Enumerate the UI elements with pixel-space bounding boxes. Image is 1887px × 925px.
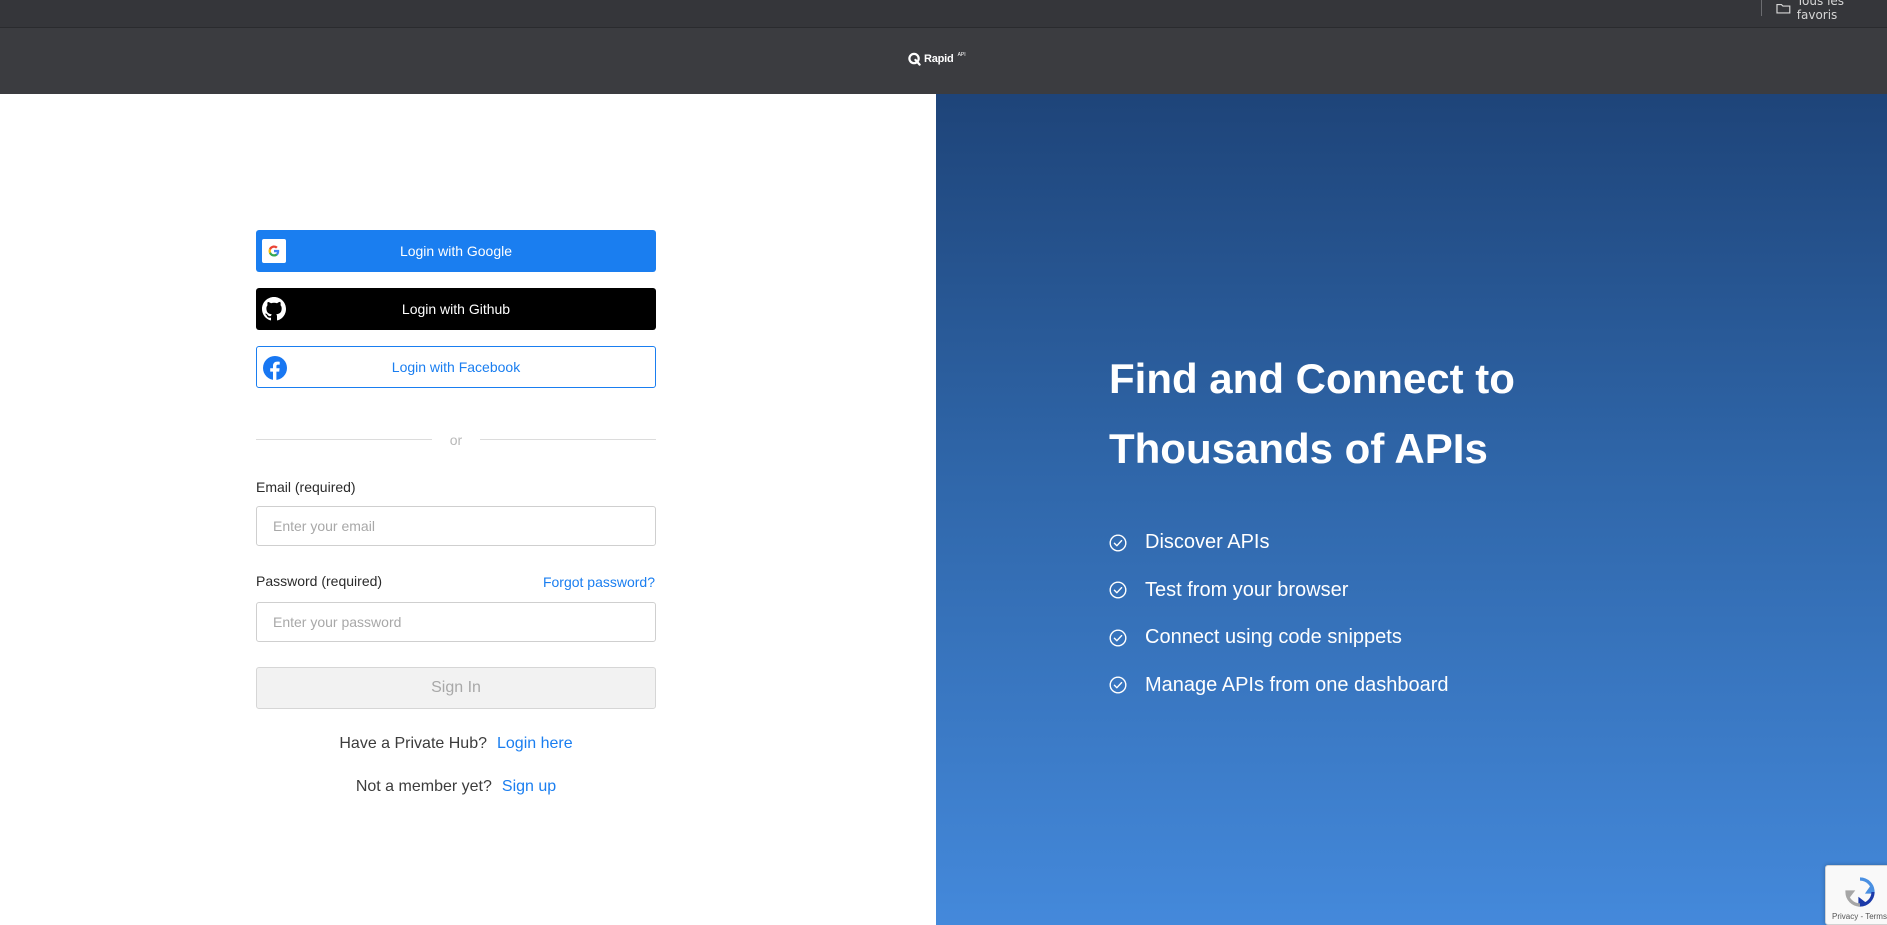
- facebook-icon: [263, 356, 287, 380]
- email-label: Email (required): [256, 479, 356, 495]
- google-icon: [262, 239, 286, 263]
- feature-label: Manage APIs from one dashboard: [1145, 673, 1449, 696]
- browser-bookmarks-bar: Tous les favoris: [0, 0, 1887, 28]
- bookmarks-separator: [1761, 0, 1762, 16]
- bookmark-folder-all[interactable]: Tous les favoris: [1776, 0, 1887, 22]
- feature-list: Discover APIs Test from your browser Con…: [1109, 519, 1449, 709]
- divider-line-right: [480, 439, 656, 440]
- check-circle-icon: [1109, 581, 1127, 599]
- recaptcha-badge[interactable]: Privacy - Terms: [1825, 865, 1887, 925]
- feature-item: Discover APIs: [1109, 519, 1449, 567]
- signup-row: Not a member yet? Sign up: [256, 778, 656, 796]
- promo-title-line-2: Thousands of APIs: [1109, 425, 1488, 472]
- github-icon: [262, 297, 286, 321]
- site-header: Rapid API: [0, 28, 1887, 94]
- recaptcha-links[interactable]: Privacy - Terms: [1832, 912, 1887, 921]
- promo-title-line-1: Find and Connect to: [1109, 355, 1515, 402]
- password-label: Password (required): [256, 573, 383, 589]
- private-hub-text: Have a Private Hub?: [339, 735, 487, 752]
- recaptcha-icon: [1845, 877, 1875, 907]
- login-panel: Login with Google Login with Github Logi…: [0, 94, 936, 925]
- private-hub-login-link[interactable]: Login here: [497, 735, 573, 753]
- folder-icon: [1776, 3, 1791, 14]
- login-facebook-button[interactable]: Login with Facebook: [256, 346, 656, 388]
- rapidapi-logo[interactable]: Rapid API: [908, 52, 966, 66]
- password-field[interactable]: [256, 602, 656, 642]
- feature-label: Connect using code snippets: [1145, 626, 1402, 649]
- login-google-label: Login with Google: [399, 243, 513, 259]
- login-google-button[interactable]: Login with Google: [256, 230, 656, 272]
- rapidapi-logo-icon: [908, 52, 921, 66]
- divider-text: or: [449, 432, 463, 448]
- sign-in-button[interactable]: Sign In: [256, 667, 656, 709]
- check-circle-icon: [1109, 534, 1127, 552]
- feature-item: Manage APIs from one dashboard: [1109, 662, 1449, 710]
- check-circle-icon: [1109, 676, 1127, 694]
- logo-text: Rapid: [924, 53, 954, 65]
- check-circle-icon: [1109, 629, 1127, 647]
- feature-label: Discover APIs: [1145, 531, 1270, 554]
- email-field[interactable]: [256, 506, 656, 546]
- private-hub-row: Have a Private Hub? Login here: [256, 735, 656, 753]
- feature-item: Connect using code snippets: [1109, 614, 1449, 662]
- or-divider: or: [256, 432, 656, 448]
- logo-superscript: API: [957, 52, 966, 58]
- login-github-button[interactable]: Login with Github: [256, 288, 656, 330]
- feature-item: Test from your browser: [1109, 567, 1449, 615]
- login-github-label: Login with Github: [401, 301, 511, 317]
- bookmark-folder-label: Tous les favoris: [1796, 0, 1845, 22]
- not-member-text: Not a member yet?: [355, 778, 492, 795]
- forgot-password-link[interactable]: Forgot password?: [543, 574, 655, 590]
- sign-up-link[interactable]: Sign up: [502, 778, 556, 796]
- promo-panel: Find and Connect to Thousands of APIs Di…: [936, 94, 1887, 925]
- promo-title: Find and Connect to Thousands of APIs: [1109, 344, 1669, 484]
- feature-label: Test from your browser: [1145, 578, 1349, 601]
- login-facebook-label: Login with Facebook: [391, 359, 521, 375]
